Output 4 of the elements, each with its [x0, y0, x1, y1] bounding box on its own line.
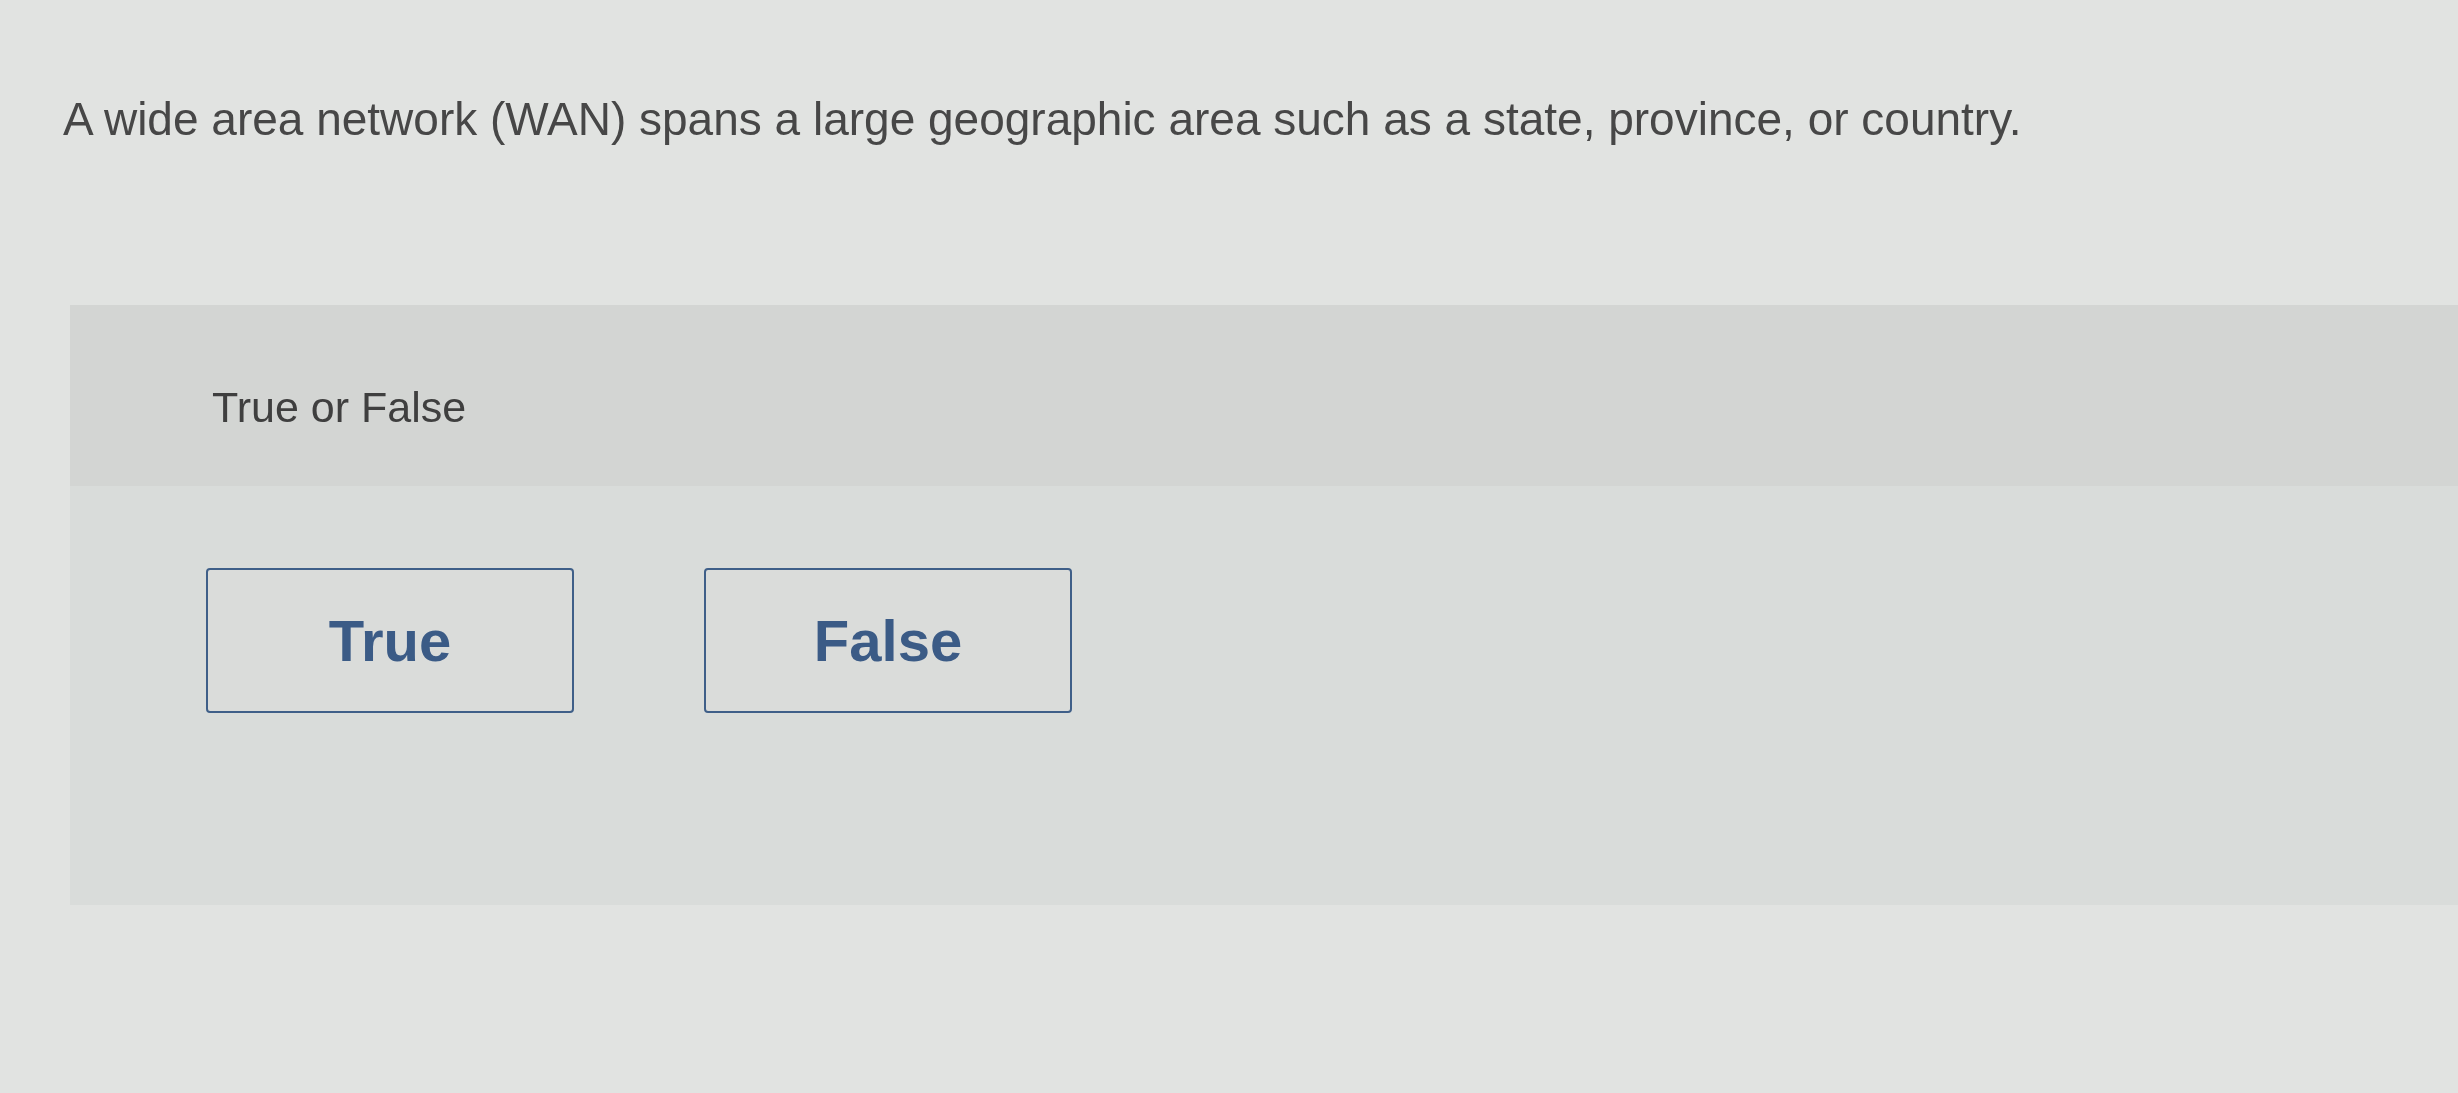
answer-option-button[interactable]: False	[704, 568, 1072, 713]
question-text: A wide area network (WAN) spans a large geographic area such as a state, province, or country.	[63, 92, 2022, 147]
answer-option-button[interactable]: True	[206, 568, 574, 713]
answer-type-label: True or False	[212, 382, 467, 433]
